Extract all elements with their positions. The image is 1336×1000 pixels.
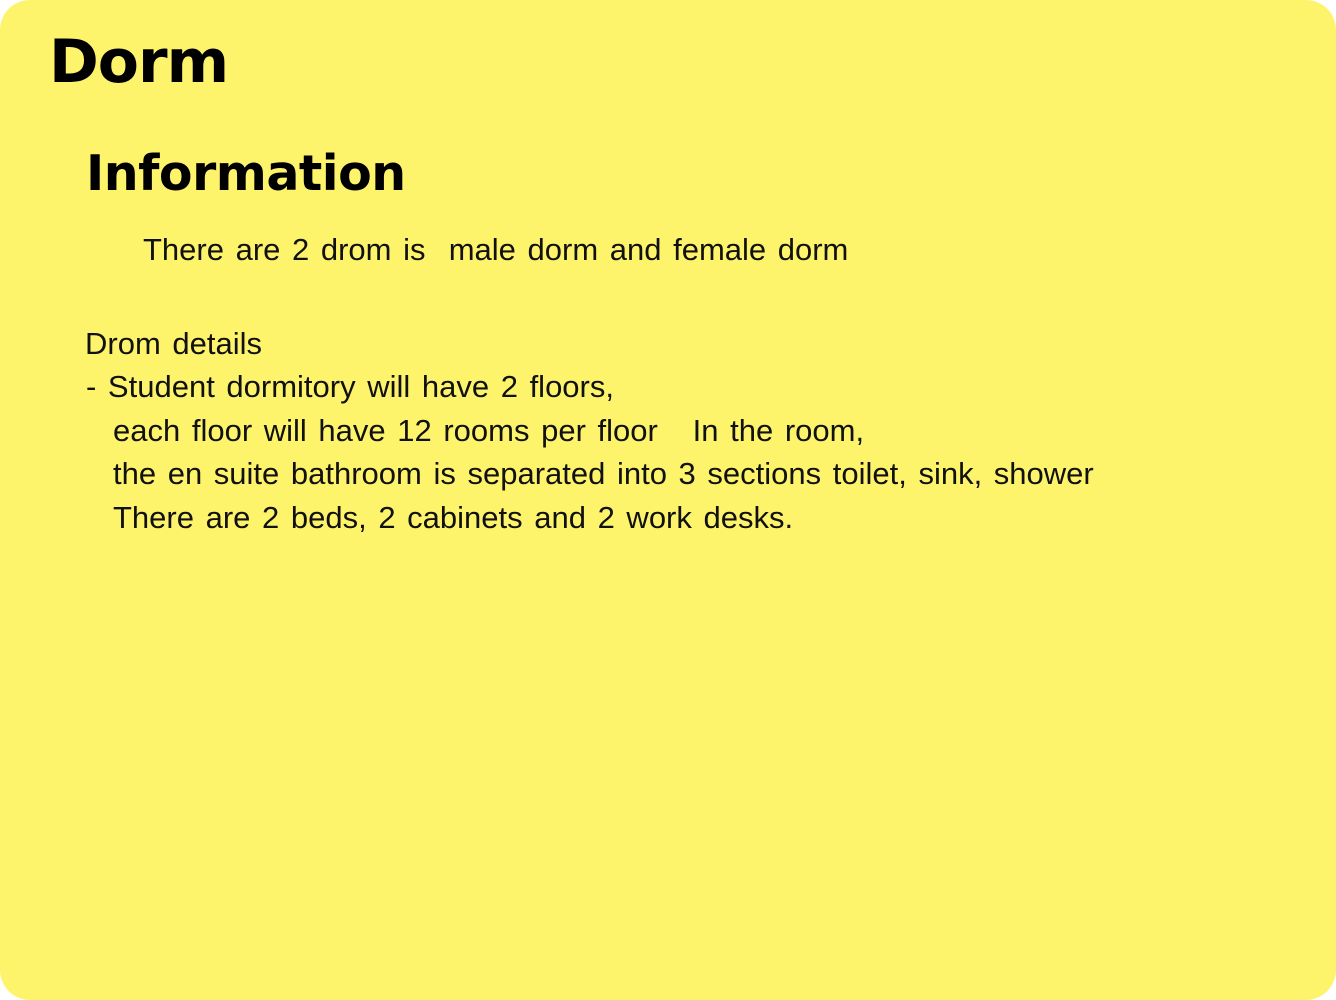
- intro-text: There are 2 drom is male dorm and female…: [143, 232, 849, 267]
- detail-line: There are 2 beds, 2 cabinets and 2 work …: [113, 500, 794, 535]
- section-title: Information: [86, 145, 406, 202]
- detail-line: the en suite bathroom is separated into …: [113, 456, 1094, 491]
- detail-line: each floor will have 12 rooms per floor …: [113, 413, 865, 448]
- detail-line: - Student dormitory will have 2 floors,: [86, 369, 614, 404]
- details-heading: Drom details: [85, 326, 262, 361]
- dorm-card: Dorm Information There are 2 drom is mal…: [0, 0, 1336, 1000]
- page-title: Dorm: [49, 27, 229, 97]
